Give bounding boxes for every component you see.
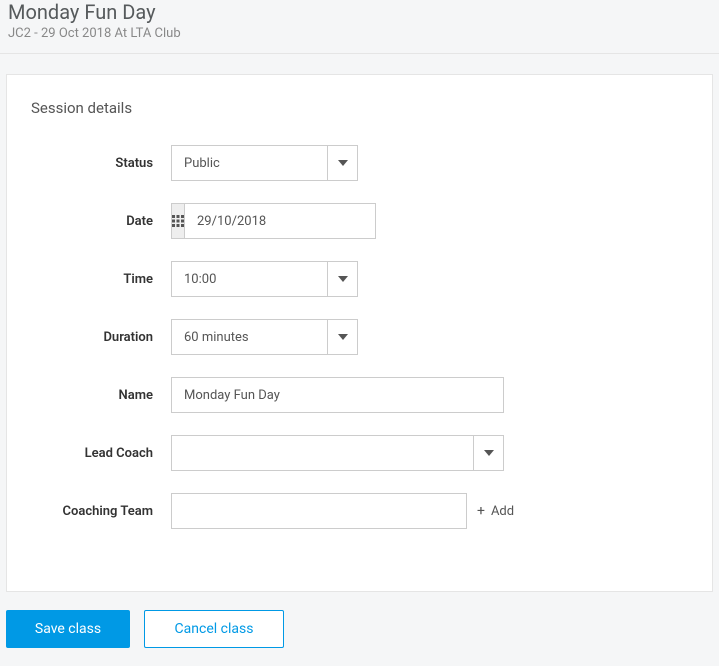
- name-label: Name: [31, 388, 171, 403]
- duration-label: Duration: [31, 330, 171, 345]
- time-label: Time: [31, 272, 171, 287]
- duration-select[interactable]: 60 minutes: [171, 319, 358, 355]
- page-subtitle: JC2 - 29 Oct 2018 At LTA Club: [8, 26, 711, 41]
- status-select[interactable]: Public: [171, 145, 358, 181]
- time-select[interactable]: 10:00: [171, 261, 358, 297]
- plus-icon: +: [477, 503, 485, 519]
- status-value: Public: [172, 146, 327, 180]
- chevron-down-icon: [327, 146, 357, 180]
- save-button[interactable]: Save class: [6, 610, 130, 648]
- coaching-team-label: Coaching Team: [31, 504, 171, 519]
- name-row: Name: [31, 377, 688, 413]
- coaching-team-input[interactable]: [171, 493, 467, 529]
- status-row: Status Public: [31, 145, 688, 181]
- section-title: Session details: [31, 99, 688, 117]
- lead-coach-select[interactable]: [171, 435, 504, 471]
- page-header: Monday Fun Day JC2 - 29 Oct 2018 At LTA …: [0, 0, 719, 54]
- chevron-down-icon: [327, 262, 357, 296]
- coaching-team-row: Coaching Team + Add: [31, 493, 688, 529]
- page-title: Monday Fun Day: [8, 0, 711, 24]
- add-coach-button[interactable]: + Add: [477, 503, 514, 519]
- date-input[interactable]: [185, 204, 375, 238]
- chevron-down-icon: [327, 320, 357, 354]
- status-label: Status: [31, 156, 171, 171]
- lead-coach-row: Lead Coach: [31, 435, 688, 471]
- session-details-card: Session details Status Public Date Time: [6, 74, 713, 592]
- date-row: Date: [31, 203, 688, 239]
- duration-row: Duration 60 minutes: [31, 319, 688, 355]
- cancel-button[interactable]: Cancel class: [144, 610, 284, 648]
- calendar-icon: [172, 204, 185, 238]
- duration-value: 60 minutes: [172, 320, 327, 354]
- time-row: Time 10:00: [31, 261, 688, 297]
- date-label: Date: [31, 214, 171, 229]
- lead-coach-value: [172, 436, 473, 470]
- name-input[interactable]: [171, 377, 504, 413]
- time-value: 10:00: [172, 262, 327, 296]
- lead-coach-label: Lead Coach: [31, 446, 171, 461]
- date-picker[interactable]: [171, 203, 376, 239]
- footer-actions: Save class Cancel class: [0, 592, 719, 666]
- add-label: Add: [491, 504, 514, 519]
- chevron-down-icon: [473, 436, 503, 470]
